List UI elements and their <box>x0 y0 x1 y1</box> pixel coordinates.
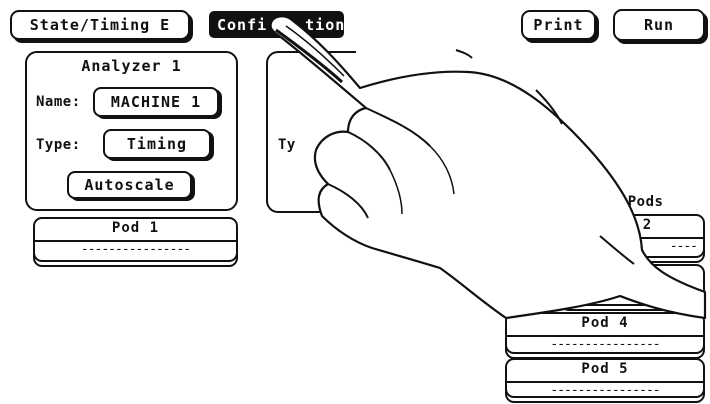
state-timing-button[interactable]: State/Timing E <box>10 10 190 40</box>
type-value: Timing <box>126 135 188 153</box>
pod-2[interactable]: 2 ---- <box>560 214 705 258</box>
analyzer-1-title: Analyzer 1 <box>81 57 182 75</box>
type-label: Type: <box>36 137 81 153</box>
autoscale-label: Autoscale <box>84 176 175 194</box>
pod-5-channels: ---------------- <box>550 383 660 398</box>
name-value: MACHINE 1 <box>110 93 202 111</box>
pod-1[interactable]: Pod 1 ---------------- <box>33 217 238 262</box>
pod-1-label: Pod 1 <box>111 220 160 236</box>
configuration-label-tail: tion <box>305 15 346 34</box>
pod-3[interactable]: ------------ <box>560 264 705 306</box>
name-field[interactable]: MACHINE 1 <box>93 87 219 117</box>
pod-4[interactable]: Pod 4 ---------------- <box>505 312 705 354</box>
pod-5-label: Pod 5 <box>581 361 629 377</box>
analyzer-2-panel: Ty <box>266 51 356 213</box>
autoscale-button[interactable]: Autoscale <box>67 171 192 199</box>
pod-2-channels: ---- <box>669 239 698 254</box>
print-button[interactable]: Print <box>521 10 596 40</box>
state-timing-label: State/Timing E <box>29 16 171 34</box>
name-label: Name: <box>36 94 81 110</box>
analyzer-1-panel: Analyzer 1 Name: MACHINE 1 Type: Timing … <box>25 51 238 211</box>
configuration-button[interactable]: Confi tion <box>209 11 344 38</box>
run-label: Run <box>643 16 675 34</box>
pod-4-label: Pod 4 <box>581 315 629 331</box>
pod-4-channels: ---------------- <box>550 337 660 352</box>
run-button[interactable]: Run <box>613 9 705 41</box>
print-label: Print <box>533 16 584 34</box>
assigned-pods-header: ned Pods <box>592 194 664 210</box>
pod-5[interactable]: Pod 5 ---------------- <box>505 358 705 398</box>
pod-3-channels: ------------ <box>591 286 675 301</box>
analyzer-2-type-label: Ty <box>278 137 296 153</box>
pod-2-label: 2 <box>642 217 653 233</box>
configuration-label: Confi <box>217 15 268 34</box>
pod-1-channels: ---------------- <box>80 242 191 257</box>
type-field[interactable]: Timing <box>103 129 211 159</box>
